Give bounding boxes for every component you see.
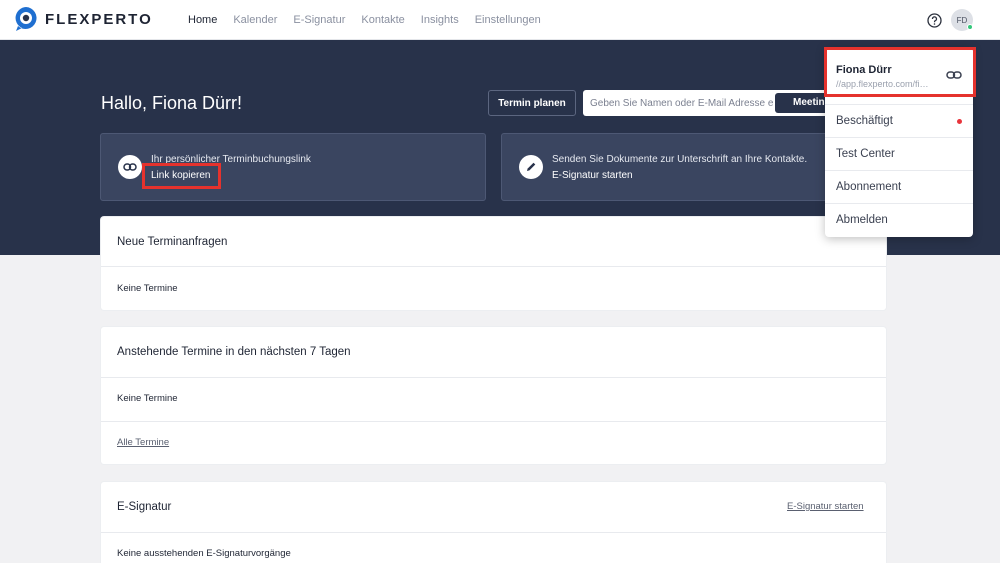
upcoming-panel: Anstehende Termine in den nächsten 7 Tag… [101, 327, 886, 464]
busy-status-dot [957, 119, 962, 124]
avatar-initials: FD [956, 15, 968, 25]
esign-card-title: Senden Sie Dokumente zur Unterschrift an… [552, 154, 808, 165]
subscription-label: Abonnement [836, 181, 902, 193]
nav-insights[interactable]: Insights [421, 14, 459, 26]
requests-panel: Neue Terminanfragen Keine Termine [101, 217, 886, 310]
brand-name: FLEXPERTO [45, 10, 153, 28]
requests-empty-text: Keine Termine [117, 283, 178, 294]
esignatur-empty-text: Keine ausstehenden E-Signaturvorgänge [117, 548, 291, 559]
all-appointments-link[interactable]: Alle Termine [117, 437, 169, 448]
nav-home[interactable]: Home [188, 14, 217, 26]
upcoming-panel-title: Anstehende Termine in den nächsten 7 Tag… [117, 346, 351, 358]
status-busy-label: Beschäftigt [836, 115, 893, 127]
nav-kalender[interactable]: Kalender [233, 14, 277, 26]
termin-planen-button[interactable]: Termin planen [488, 90, 576, 116]
meeting-button[interactable]: Meeting [775, 93, 830, 113]
nav-kontakte[interactable]: Kontakte [361, 14, 404, 26]
pencil-icon [519, 155, 543, 179]
test-center-label: Test Center [836, 148, 895, 160]
test-center-item[interactable]: Test Center [825, 137, 973, 170]
logo[interactable]: FLEXPERTO [14, 6, 153, 32]
avatar[interactable]: FD [951, 9, 973, 31]
logout-label: Abmelden [836, 214, 888, 226]
top-navigation: FLEXPERTO Home Kalender E-Signatur Konta… [0, 0, 1000, 40]
help-icon[interactable] [927, 13, 942, 28]
requests-panel-title: Neue Terminanfragen [117, 236, 228, 248]
nav-e-signatur[interactable]: E-Signatur [293, 14, 345, 26]
contact-search-input[interactable] [583, 90, 773, 116]
divider [101, 266, 886, 267]
upcoming-empty-text: Keine Termine [117, 393, 178, 404]
esignatur-panel-title: E-Signatur [117, 501, 172, 513]
divider [101, 532, 886, 533]
contact-search: Meeting [583, 90, 830, 116]
divider [101, 421, 886, 422]
divider [101, 377, 886, 378]
nav-einstellungen[interactable]: Einstellungen [475, 14, 541, 26]
esignatur-panel: E-Signatur E-Signatur starten Keine auss… [101, 482, 886, 563]
highlight-box [142, 163, 221, 189]
esignatur-start-link[interactable]: E-Signatur starten [787, 501, 864, 512]
highlight-box [824, 47, 976, 97]
subscription-item[interactable]: Abonnement [825, 170, 973, 203]
flexperto-logo-icon [14, 6, 38, 32]
logout-item[interactable]: Abmelden [825, 203, 973, 236]
link-icon [118, 155, 142, 179]
greeting-heading: Hallo, Fiona Dürr! [101, 93, 243, 113]
online-status-dot [967, 24, 973, 30]
main-nav: Home Kalender E-Signatur Kontakte Insigh… [188, 0, 557, 40]
status-busy-item[interactable]: Beschäftigt [825, 104, 973, 137]
esign-start-link[interactable]: E-Signatur starten [552, 170, 633, 181]
